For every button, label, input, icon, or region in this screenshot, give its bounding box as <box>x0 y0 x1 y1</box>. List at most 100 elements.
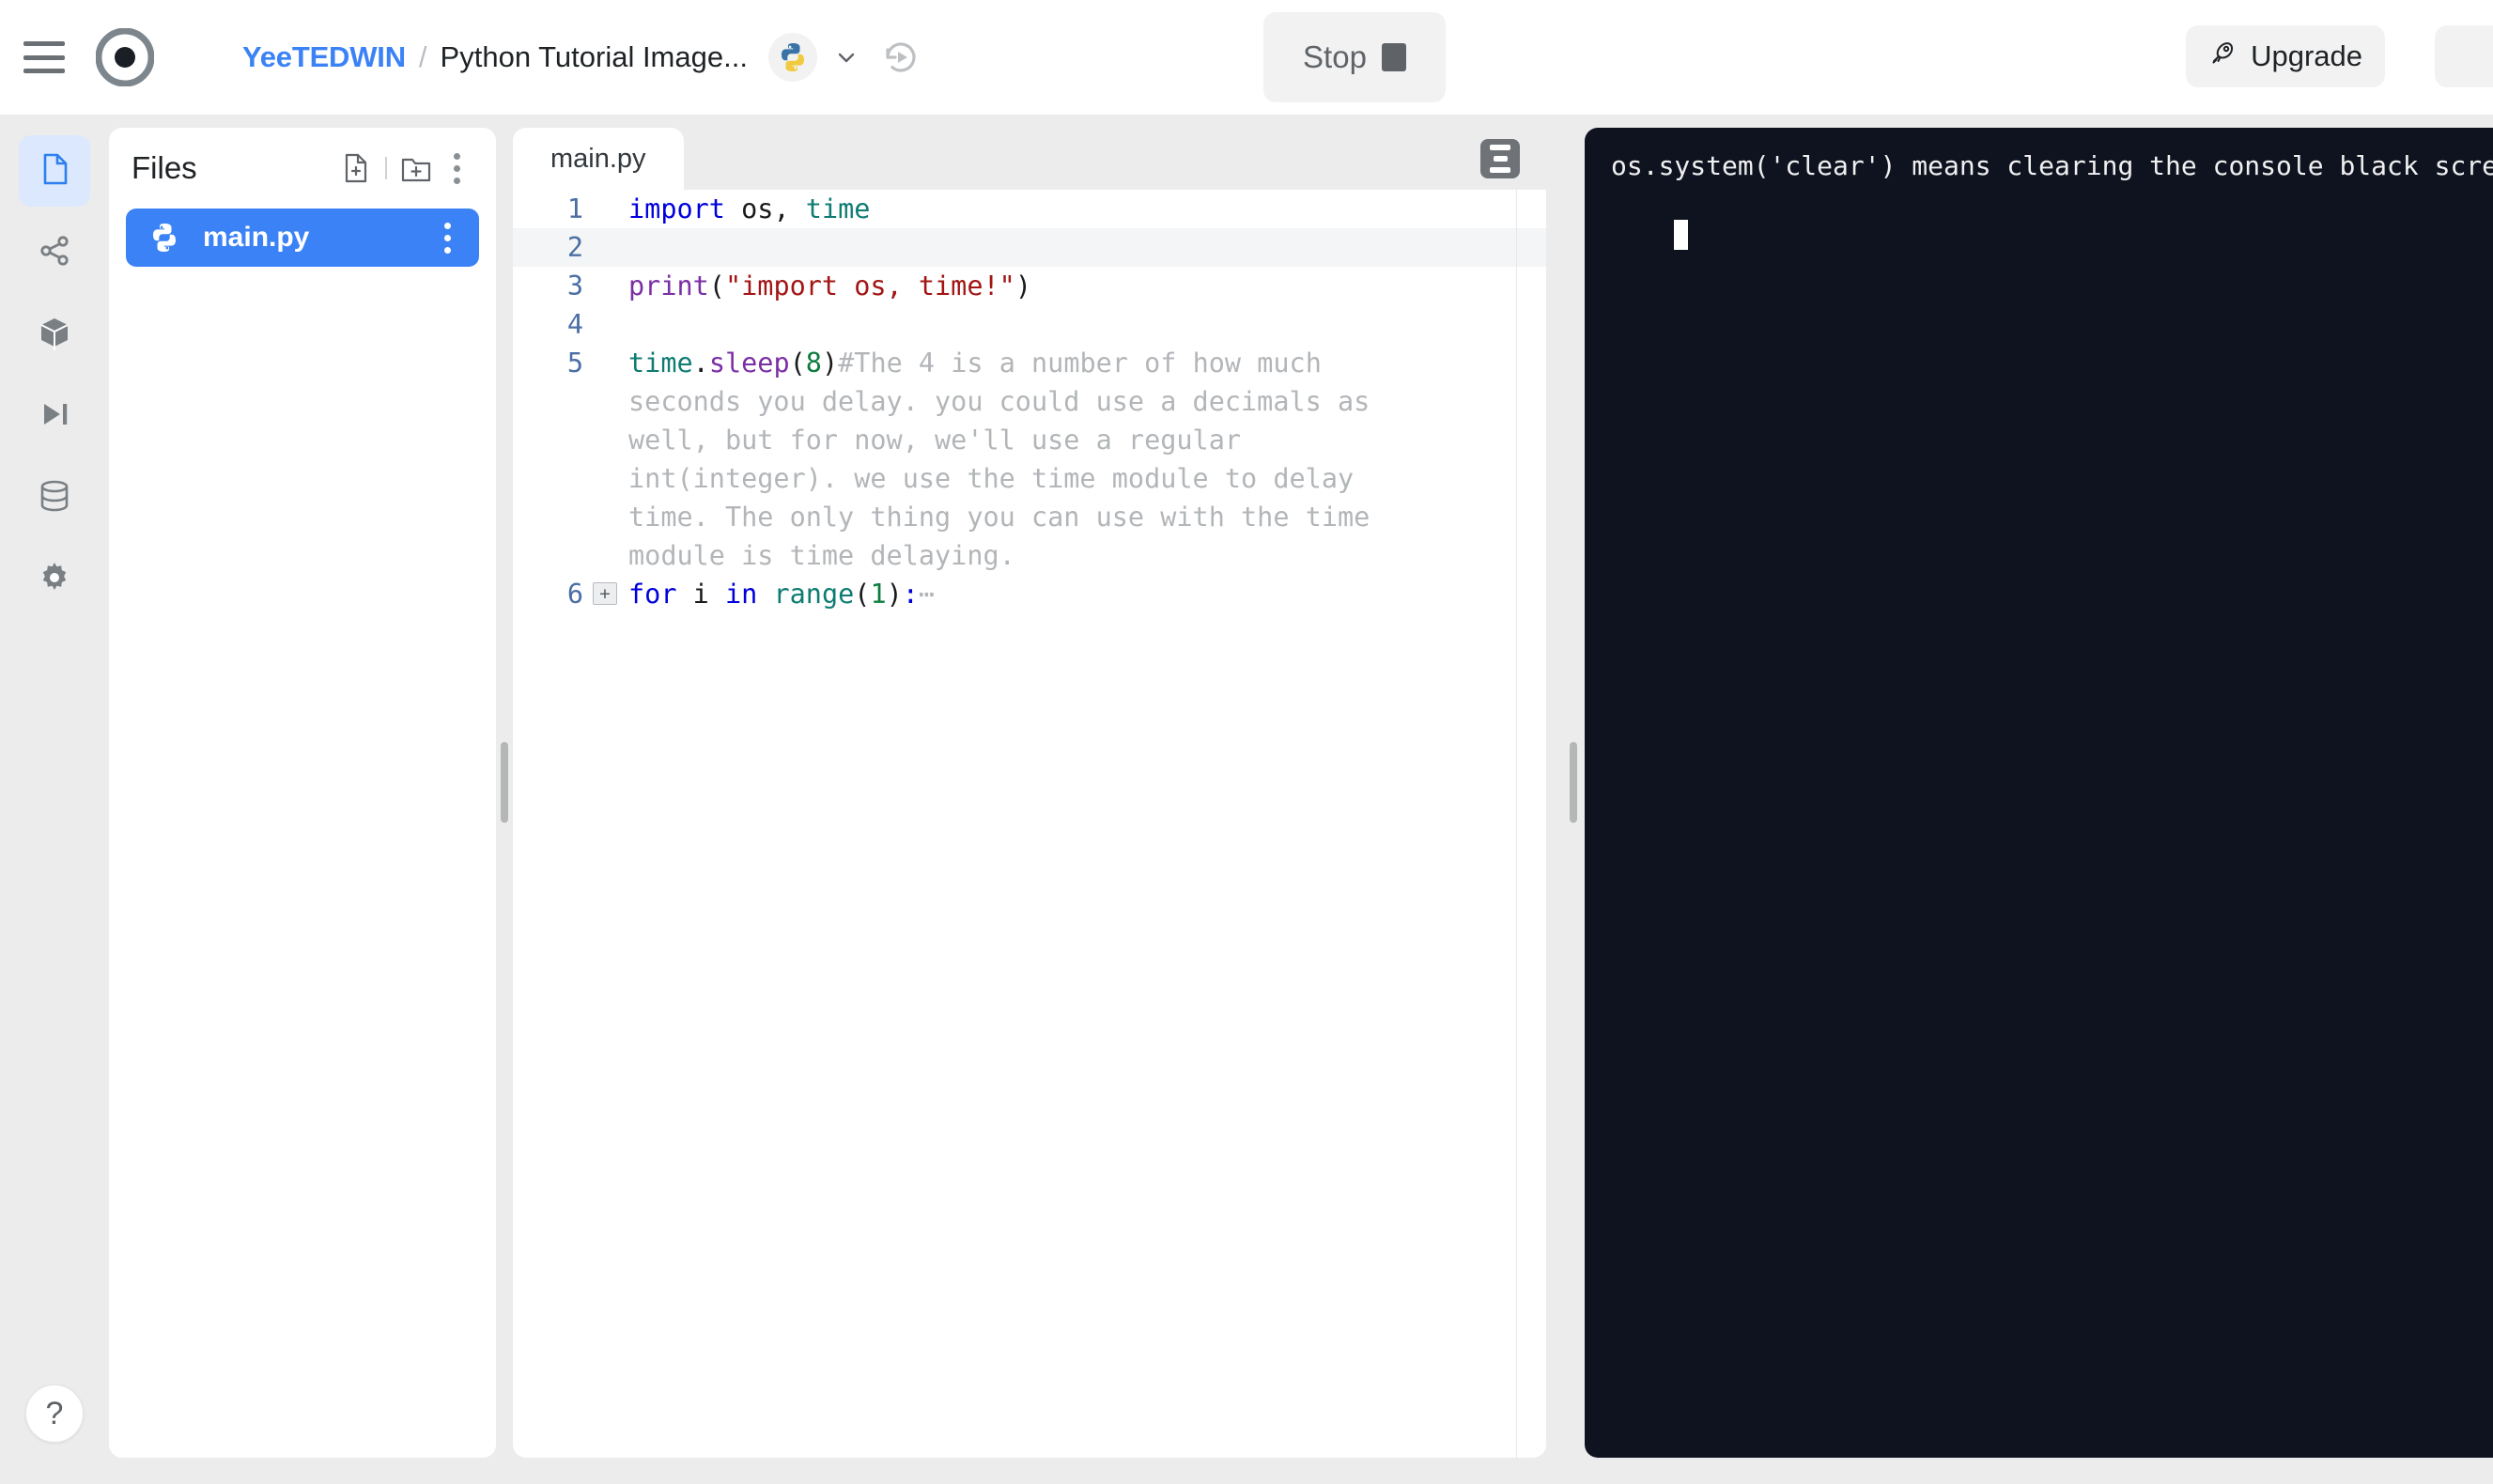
sidebar-item-files[interactable] <box>19 135 90 207</box>
rocket-icon <box>2208 39 2237 74</box>
cube-icon <box>36 314 73 356</box>
code-line[interactable]: 3 print("import os, time!") <box>513 267 1546 305</box>
sidebar-item-database[interactable] <box>19 462 90 533</box>
breadcrumb-owner[interactable]: YeeTEDWIN <box>242 40 406 74</box>
sidebar-item-version-control[interactable] <box>19 217 90 288</box>
code-line[interactable]: 2 <box>513 228 1546 267</box>
code-token: print <box>628 271 709 301</box>
code-text: time.sleep(8)#The 4 is a number of how m… <box>617 344 1425 575</box>
code-token: in <box>725 579 757 610</box>
new-folder-icon[interactable] <box>395 147 438 190</box>
line-number: 4 <box>513 305 583 344</box>
database-icon <box>36 477 73 519</box>
python-logo-icon[interactable] <box>768 33 817 82</box>
activity-rail: ? <box>0 115 109 1484</box>
gear-icon <box>36 559 73 601</box>
upgrade-button-label: Upgrade <box>2251 39 2362 73</box>
editor-panel: main.py 1import os, time23print("import … <box>513 128 1546 1458</box>
sidebar-item-settings[interactable] <box>19 544 90 615</box>
history-replay-icon[interactable] <box>879 36 922 79</box>
code-token <box>725 193 741 224</box>
git-branch-icon <box>36 232 73 274</box>
code-token: 1 <box>870 579 886 610</box>
code-token: range <box>773 579 854 610</box>
resize-handle-files-editor[interactable] <box>501 742 508 823</box>
code-token: time <box>806 193 871 224</box>
code-editor[interactable]: 1import os, time23print("import os, time… <box>513 190 1546 1458</box>
new-file-icon[interactable] <box>334 147 378 190</box>
upgrade-button[interactable]: Upgrade <box>2186 25 2385 87</box>
editor-scrollbar[interactable] <box>1516 190 1517 1458</box>
list-item-label: main.py <box>203 222 309 254</box>
code-line[interactable]: 5 time.sleep(8)#The 4 is a number of how … <box>513 344 1546 575</box>
stop-square-icon <box>1382 43 1406 71</box>
console-cursor <box>1674 220 1688 250</box>
code-token: sleep <box>709 348 790 379</box>
stop-button-label: Stop <box>1303 39 1367 75</box>
tab-main-py[interactable]: main.py <box>513 128 684 190</box>
line-number: 6 <box>513 575 583 613</box>
code-token <box>757 579 773 610</box>
breadcrumb: YeeTEDWIN / Python Tutorial Image... <box>242 40 748 74</box>
help-button-label: ? <box>46 1396 64 1432</box>
files-panel-header: Files <box>109 128 496 209</box>
code-token: for <box>628 579 676 610</box>
files-action-divider <box>385 157 387 179</box>
editor-tab-bar: main.py <box>513 128 1546 190</box>
list-item-menu-icon[interactable] <box>428 216 466 259</box>
code-token: time <box>628 348 693 379</box>
resize-handle-editor-console[interactable] <box>1570 742 1577 823</box>
line-number: 5 <box>513 344 583 382</box>
sidebar-item-packages[interactable] <box>19 299 90 370</box>
code-token: , <box>773 193 805 224</box>
code-token: ( <box>709 271 725 301</box>
breadcrumb-separator: / <box>419 40 427 74</box>
code-text: for i in range(1):⋯ <box>617 575 935 613</box>
code-token: i <box>676 579 724 610</box>
hamburger-menu-icon[interactable] <box>23 41 65 73</box>
line-number: 2 <box>513 228 583 267</box>
code-text: print("import os, time!") <box>617 267 1031 305</box>
format-lines-icon[interactable] <box>1480 139 1520 178</box>
console-output[interactable]: os.system('clear') means clearing the co… <box>1585 128 2493 1458</box>
tab-label: main.py <box>550 144 646 175</box>
code-token: os <box>741 193 773 224</box>
files-panel: Files <box>109 128 496 1458</box>
code-token: ⋯ <box>919 579 935 610</box>
code-token: import <box>628 193 725 224</box>
file-icon <box>36 150 73 193</box>
chevron-down-icon[interactable] <box>830 41 862 73</box>
code-token: ) <box>1015 271 1031 301</box>
code-token: : <box>903 579 919 610</box>
code-token: ( <box>854 579 870 610</box>
code-lines: 1import os, time23print("import os, time… <box>513 190 1546 613</box>
sidebar-item-debugger[interactable] <box>19 380 90 452</box>
replit-logo-icon[interactable] <box>96 28 154 86</box>
code-token: 8 <box>806 348 822 379</box>
overflow-button[interactable] <box>2435 25 2493 87</box>
code-line[interactable]: 4 <box>513 305 1546 344</box>
stop-button[interactable]: Stop <box>1263 12 1446 102</box>
code-text: import os, time <box>617 190 870 228</box>
play-to-end-icon <box>36 395 73 438</box>
fold-expand-icon[interactable]: + <box>593 582 617 605</box>
list-item-main-py[interactable]: main.py <box>126 209 479 267</box>
files-panel-title: Files <box>132 150 197 186</box>
code-line[interactable]: 6+for i in range(1):⋯ <box>513 575 1546 613</box>
code-token: "import os, time!" <box>725 271 1015 301</box>
line-number: 3 <box>513 267 583 305</box>
line-number: 1 <box>513 190 583 228</box>
code-token: . <box>693 348 709 379</box>
code-token: ) <box>822 348 838 379</box>
top-bar: YeeTEDWIN / Python Tutorial Image... Sto… <box>0 0 2493 115</box>
code-token: ) <box>887 579 903 610</box>
code-line[interactable]: 1 import os, time <box>513 190 1546 228</box>
python-file-icon <box>147 220 182 255</box>
console-line: os.system('clear') means clearing the co… <box>1611 148 2493 184</box>
console-cursor-line <box>1611 184 2493 295</box>
files-panel-menu-icon[interactable] <box>438 147 475 190</box>
code-token: #The 4 is a number of how much seconds y… <box>628 348 1386 571</box>
breadcrumb-title[interactable]: Python Tutorial Image... <box>441 40 748 74</box>
help-button[interactable]: ? <box>25 1384 84 1443</box>
code-token: ( <box>790 348 806 379</box>
